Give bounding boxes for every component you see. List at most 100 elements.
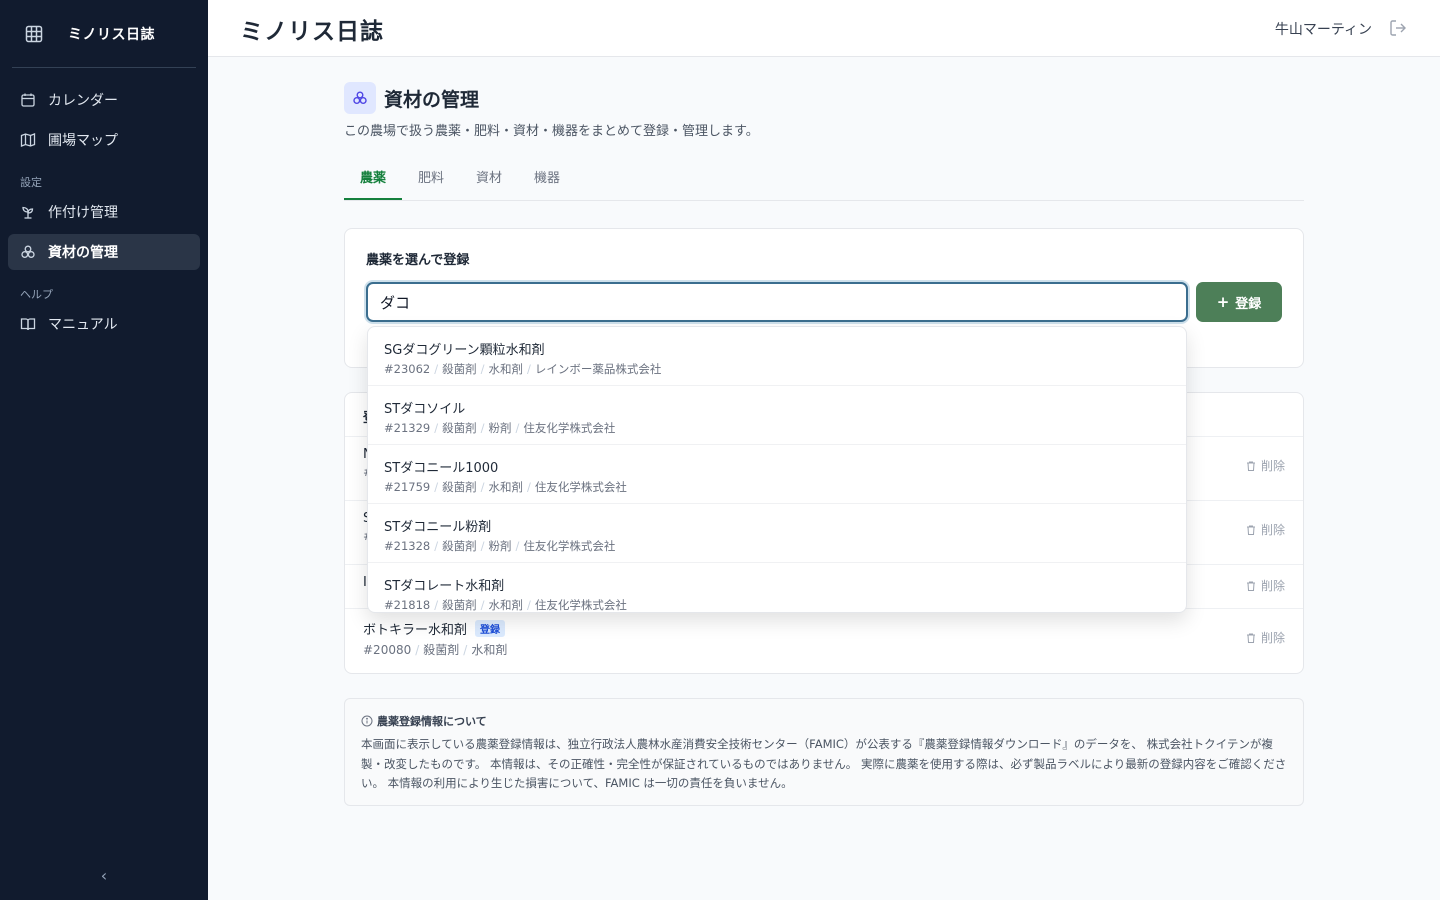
separator: / bbox=[480, 421, 485, 435]
separator: / bbox=[515, 539, 520, 553]
pesticide-form: 水和剤 bbox=[488, 480, 523, 494]
user-name[interactable]: 牛山マーティン bbox=[1275, 19, 1372, 39]
sidebar-item-label: マニュアル bbox=[48, 317, 118, 333]
page-title: 資材の管理 bbox=[384, 88, 480, 111]
collapse-sidebar-button[interactable]: ‹ bbox=[96, 868, 112, 884]
materials-icon bbox=[344, 82, 376, 114]
page-description: この農場で扱う農薬・肥料・資材・機器をまとめて登録・管理します。 bbox=[344, 124, 759, 139]
sidebar-item-label: 作付け管理 bbox=[48, 205, 118, 221]
registration-number: #21329 bbox=[384, 421, 431, 435]
separator: / bbox=[434, 598, 439, 612]
dropdown-option[interactable]: SGダコグリーン顆粒水和剤 #23062/殺菌剤 / 水和剤 / レインボー薬品株式会社 bbox=[368, 327, 1186, 386]
pesticide-type: 殺菌剤 bbox=[423, 643, 460, 657]
map-icon bbox=[20, 133, 36, 147]
option-name: STダコソイル bbox=[384, 402, 466, 417]
brand-name: ミノリス日誌 bbox=[68, 26, 155, 43]
pesticide-form: 粉剤 bbox=[488, 539, 512, 553]
option-name: STダコレート水和剤 bbox=[384, 579, 505, 594]
tab-materials[interactable]: 資材 bbox=[460, 165, 518, 200]
manufacturer: 住友化学株式会社 bbox=[534, 480, 627, 494]
sidebar: ミノリス日誌 カレンダー 圃場マップ 設定 作付け管理 資材の管理 ヘルプ マニ… bbox=[0, 0, 208, 900]
header-title: ミノリス日誌 bbox=[240, 19, 384, 45]
sprout-icon bbox=[22, 206, 34, 219]
option-meta: #21818/殺菌剤 / 水和剤 / 住友化学株式会社 bbox=[384, 597, 1170, 612]
separator: / bbox=[463, 643, 468, 657]
sidebar-item-field-map[interactable]: 圃場マップ bbox=[8, 122, 200, 158]
logout-icon[interactable] bbox=[1388, 18, 1408, 38]
sidebar-item-crop-management[interactable]: 作付け管理 bbox=[8, 194, 200, 230]
register-button[interactable]: + 登録 bbox=[1196, 282, 1282, 322]
notice-title-text: 農薬登録情報について bbox=[377, 715, 487, 728]
materials-icon bbox=[21, 245, 35, 258]
brand[interactable]: ミノリス日誌 bbox=[12, 0, 196, 68]
tab-equipment[interactable]: 機器 bbox=[518, 165, 576, 200]
registration-number: #21759 bbox=[384, 480, 431, 494]
separator: / bbox=[480, 598, 485, 612]
tab-fertilizers[interactable]: 肥料 bbox=[402, 165, 460, 200]
tab-pesticides[interactable]: 農薬 bbox=[344, 165, 403, 200]
pesticide-type: 殺菌剤 bbox=[442, 421, 477, 435]
row-meta: #20080/殺菌剤 / 水和剤 bbox=[363, 641, 1285, 658]
sidebar-item-manual[interactable]: マニュアル bbox=[8, 306, 200, 342]
separator: / bbox=[526, 598, 531, 612]
separator: / bbox=[434, 421, 439, 435]
notice-box: 農薬登録情報について 本画面に表示している農薬登録情報は、独立行政法人農林水産消… bbox=[344, 698, 1304, 806]
pesticide-name: ボトキラー水和剤 bbox=[363, 623, 468, 638]
tab-bar: 農薬 肥料 資材 機器 bbox=[344, 165, 1304, 201]
manufacturer: 住友化学株式会社 bbox=[523, 421, 616, 435]
delete-label: 削除 bbox=[1260, 631, 1285, 645]
pesticide-form: 粉剤 bbox=[488, 421, 512, 435]
plus-icon: + bbox=[1216, 293, 1230, 311]
delete-button[interactable]: 削除 bbox=[1245, 629, 1285, 646]
registration-number: #20080 bbox=[363, 643, 412, 657]
dropdown-option[interactable]: STダコニール粉剤 #21328/殺菌剤 / 粉剤 / 住友化学株式会社 bbox=[368, 504, 1186, 563]
delete-label: 削除 bbox=[1260, 579, 1285, 593]
separator: / bbox=[480, 480, 485, 494]
sidebar-item-label: カレンダー bbox=[48, 93, 118, 109]
option-meta: #21329/殺菌剤 / 粉剤 / 住友化学株式会社 bbox=[384, 420, 1170, 436]
separator: / bbox=[526, 362, 531, 376]
notice-title: 農薬登録情報について bbox=[361, 713, 1287, 729]
top-header: ミノリス日誌 牛山マーティン bbox=[208, 0, 1440, 57]
delete-label: 削除 bbox=[1260, 459, 1285, 473]
delete-button[interactable]: 削除 bbox=[1245, 577, 1285, 594]
delete-label: 削除 bbox=[1260, 523, 1285, 537]
sidebar-item-label: 資材の管理 bbox=[48, 245, 118, 261]
pesticide-type: 殺菌剤 bbox=[442, 362, 477, 376]
sidebar-nav: カレンダー 圃場マップ 設定 作付け管理 資材の管理 ヘルプ マニュアル bbox=[0, 68, 208, 342]
register-button-label: 登録 bbox=[1235, 296, 1262, 312]
separator: / bbox=[526, 480, 531, 494]
row-name: ボトキラー水和剤 登録 bbox=[363, 619, 1285, 638]
grid-icon bbox=[25, 25, 43, 42]
trash-icon bbox=[1246, 581, 1255, 591]
trash-icon bbox=[1246, 461, 1255, 471]
manufacturer: 住友化学株式会社 bbox=[523, 539, 616, 553]
trash-icon bbox=[1246, 525, 1255, 535]
sidebar-item-label: 圃場マップ bbox=[48, 133, 118, 149]
manufacturer: 住友化学株式会社 bbox=[534, 598, 627, 612]
separator: / bbox=[415, 643, 420, 657]
pesticide-form: 水和剤 bbox=[471, 643, 508, 657]
registration-number: #23062 bbox=[384, 362, 431, 376]
option-meta: #21328/殺菌剤 / 粉剤 / 住友化学株式会社 bbox=[384, 538, 1170, 554]
separator: / bbox=[480, 539, 485, 553]
sidebar-item-calendar[interactable]: カレンダー bbox=[8, 82, 200, 118]
separator: / bbox=[515, 421, 520, 435]
sidebar-item-materials[interactable]: 資材の管理 bbox=[8, 234, 200, 270]
dropdown-option[interactable]: STダコソイル #21329/殺菌剤 / 粉剤 / 住友化学株式会社 bbox=[368, 386, 1186, 445]
sidebar-section-settings: 設定 bbox=[20, 176, 42, 189]
delete-button[interactable]: 削除 bbox=[1245, 457, 1285, 474]
book-icon bbox=[20, 318, 36, 331]
delete-button[interactable]: 削除 bbox=[1245, 521, 1285, 538]
autocomplete-dropdown: SGダコグリーン顆粒水和剤 #23062/殺菌剤 / 水和剤 / レインボー薬品株式会社… bbox=[367, 326, 1187, 613]
pesticide-type: 殺菌剤 bbox=[442, 539, 477, 553]
info-icon bbox=[361, 715, 373, 727]
register-row: + 登録 bbox=[366, 282, 1282, 322]
option-meta: #21759/殺菌剤 / 水和剤 / 住友化学株式会社 bbox=[384, 479, 1170, 495]
pesticide-search-input[interactable] bbox=[366, 282, 1188, 322]
option-name: SGダコグリーン顆粒水和剤 bbox=[384, 343, 545, 358]
dropdown-option[interactable]: STダコニール1000 #21759/殺菌剤 / 水和剤 / 住友化学株式会社 bbox=[368, 445, 1186, 504]
separator: / bbox=[480, 362, 485, 376]
notice-body: 本画面に表示している農薬登録情報は、独立行政法人農林水産消費安全技術センター（F… bbox=[361, 737, 1287, 790]
dropdown-option[interactable]: STダコレート水和剤 #21818/殺菌剤 / 水和剤 / 住友化学株式会社 bbox=[368, 563, 1186, 612]
